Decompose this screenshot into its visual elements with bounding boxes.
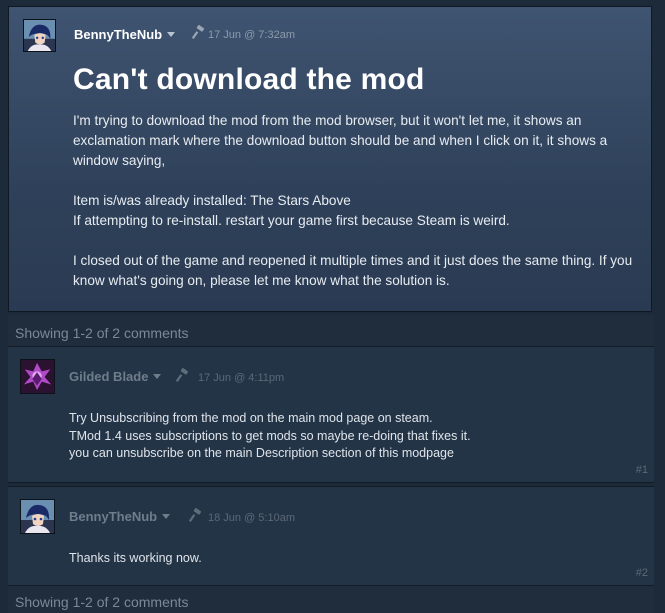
- comment-number[interactable]: #2: [636, 567, 648, 579]
- moderator-hammer-icon: [192, 25, 206, 39]
- post-author-name[interactable]: BennyTheNub: [74, 27, 162, 42]
- comment: Gilded Blade 17 Jun @ 4:11pm Try Unsubsc…: [8, 346, 654, 483]
- chevron-down-icon[interactable]: [167, 32, 176, 37]
- post-date: 17 Jun @ 7:32am: [208, 29, 295, 41]
- comment-date: 18 Jun @ 5:10am: [208, 512, 295, 524]
- comment-line: you can unsubscribe on the main Descript…: [69, 446, 454, 460]
- comment: BennyTheNub 18 Jun @ 5:10am Thanks its w…: [8, 486, 654, 586]
- comment-line: TMod 1.4 uses subscriptions to get mods …: [69, 428, 471, 443]
- chevron-down-icon[interactable]: [162, 514, 171, 519]
- comment-line: Thanks its working now.: [69, 551, 202, 565]
- comment-author[interactable]: BennyTheNub: [69, 509, 171, 524]
- post-body: I'm trying to download the mod from the …: [73, 111, 645, 291]
- comment-text: Thanks its working now.: [69, 550, 202, 568]
- comment-date: 17 Jun @ 4:11pm: [198, 372, 285, 384]
- post-title: Can't download the mod: [73, 63, 425, 96]
- discussion-page: BennyTheNub 17 Jun @ 7:32am Can't downlo…: [0, 0, 665, 613]
- moderator-hammer-icon: [176, 368, 190, 382]
- original-post: BennyTheNub 17 Jun @ 7:32am Can't downlo…: [8, 6, 652, 312]
- chevron-down-icon[interactable]: [153, 374, 162, 379]
- post-author[interactable]: BennyTheNub: [74, 27, 176, 42]
- post-paragraph: I closed out of the game and reopened it…: [73, 253, 633, 288]
- comment-count-bottom: Showing 1-2 of 2 comments: [8, 586, 654, 613]
- comment-author-name[interactable]: Gilded Blade: [69, 369, 148, 384]
- comment-number[interactable]: #1: [636, 464, 648, 476]
- comment-count-top: Showing 1-2 of 2 comments: [8, 315, 654, 349]
- post-quote-line: If attempting to re-install. restart you…: [73, 213, 510, 228]
- avatar[interactable]: [20, 499, 55, 534]
- comment-author-name[interactable]: BennyTheNub: [69, 509, 157, 524]
- avatar[interactable]: [20, 359, 55, 394]
- avatar[interactable]: [23, 19, 56, 52]
- post-paragraph: I'm trying to download the mod from the …: [73, 113, 608, 168]
- post-quote-line: Item is/was already installed: The Stars…: [73, 193, 351, 208]
- comment-line: Try Unsubscribing from the mod on the ma…: [69, 411, 433, 425]
- comment-text: Try Unsubscribing from the mod on the ma…: [69, 410, 471, 463]
- moderator-hammer-icon: [189, 508, 203, 522]
- comment-author[interactable]: Gilded Blade: [69, 369, 162, 384]
